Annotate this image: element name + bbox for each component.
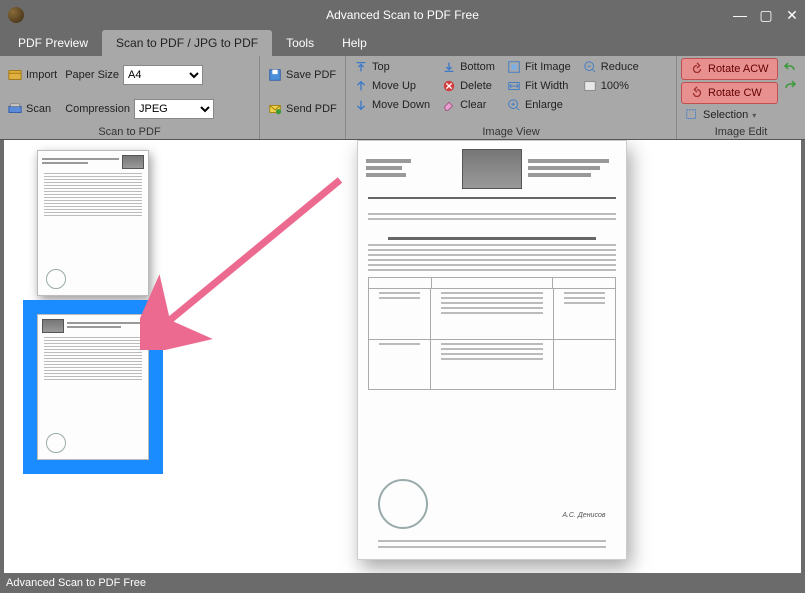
bottom-icon <box>442 60 456 74</box>
preview-panel[interactable]: А.С. Денисов <box>182 140 801 573</box>
status-text: Advanced Scan to PDF Free <box>6 577 146 589</box>
clear-button[interactable]: Clear <box>438 96 499 114</box>
redo-icon[interactable] <box>782 78 798 94</box>
fit-image-icon <box>507 60 521 74</box>
title-bar: Advanced Scan to PDF Free — ▢ ✕ <box>0 0 805 30</box>
paper-size-row: Paper Size A4 <box>65 65 214 85</box>
thumbnail-page-1[interactable] <box>37 150 149 296</box>
group-label-image-edit: Image Edit <box>681 126 801 139</box>
move-down-button[interactable]: Move Down <box>350 96 434 114</box>
compression-row: Compression JPEG <box>65 99 214 119</box>
thumbnail-page-2[interactable] <box>37 314 149 460</box>
close-button[interactable]: ✕ <box>779 5 805 25</box>
delete-button[interactable]: Delete <box>438 77 499 95</box>
workspace: А.С. Денисов <box>4 140 801 573</box>
rotate-cw-button[interactable]: Rotate CW <box>681 82 778 104</box>
tab-pdf-preview[interactable]: PDF Preview <box>4 30 102 56</box>
group-save-send: Save PDF Send PDF <box>260 56 346 139</box>
save-icon <box>268 68 282 82</box>
tab-tools[interactable]: Tools <box>272 30 328 56</box>
zoom-out-icon <box>583 60 597 74</box>
compression-select[interactable]: JPEG <box>134 99 214 119</box>
group-image-edit: Rotate ACW Rotate CW Selection ▾ Image E… <box>677 56 805 139</box>
chevron-down-icon: ▾ <box>752 111 756 120</box>
selection-icon <box>685 108 699 122</box>
up-icon <box>354 79 368 93</box>
selection-button[interactable]: Selection ▾ <box>681 106 778 124</box>
window-controls: — ▢ ✕ <box>727 5 805 25</box>
save-pdf-label: Save PDF <box>286 69 336 81</box>
reduce-button[interactable]: Reduce <box>579 58 643 76</box>
group-label-scan: Scan to PDF <box>4 126 255 139</box>
tab-help[interactable]: Help <box>328 30 381 56</box>
bottom-button[interactable]: Bottom <box>438 58 499 76</box>
fit-width-button[interactable]: Fit Width <box>503 77 575 95</box>
scanner-icon <box>8 102 22 116</box>
thumbnail-panel[interactable] <box>4 140 182 573</box>
down-icon <box>354 98 368 112</box>
app-icon <box>8 7 24 23</box>
rotate-acw-icon <box>690 62 704 76</box>
zoom-100-icon <box>583 79 597 93</box>
tab-scan-to-pdf[interactable]: Scan to PDF / JPG to PDF <box>102 30 272 56</box>
zoom-100-button[interactable]: 100% <box>579 77 643 95</box>
ribbon: Import Scan Paper Size A4 Compression JP… <box>0 56 805 140</box>
fit-image-button[interactable]: Fit Image <box>503 58 575 76</box>
ribbon-tabs: PDF Preview Scan to PDF / JPG to PDF Too… <box>0 30 805 56</box>
import-icon <box>8 68 22 82</box>
document-preview: А.С. Денисов <box>357 140 627 560</box>
delete-icon <box>442 79 456 93</box>
fit-width-icon <box>507 79 521 93</box>
group-image-view: Top Move Up Move Down Bottom Delete Clea… <box>346 56 677 139</box>
compression-label: Compression <box>65 103 130 115</box>
rotate-acw-button[interactable]: Rotate ACW <box>681 58 778 80</box>
move-up-button[interactable]: Move Up <box>350 77 434 95</box>
window-title: Advanced Scan to PDF Free <box>326 8 479 22</box>
status-bar: Advanced Scan to PDF Free <box>0 573 805 593</box>
clear-icon <box>442 98 456 112</box>
save-pdf-button[interactable]: Save PDF <box>264 66 341 84</box>
scan-button[interactable]: Scan <box>4 100 61 118</box>
top-button[interactable]: Top <box>350 58 434 76</box>
send-icon <box>268 102 282 116</box>
import-button[interactable]: Import <box>4 66 61 84</box>
send-pdf-button[interactable]: Send PDF <box>264 100 341 118</box>
zoom-in-icon <box>507 98 521 112</box>
send-pdf-label: Send PDF <box>286 103 337 115</box>
group-label-image-view: Image View <box>350 126 672 139</box>
enlarge-button[interactable]: Enlarge <box>503 96 575 114</box>
import-label: Import <box>26 69 57 81</box>
group-scan-to-pdf: Import Scan Paper Size A4 Compression JP… <box>0 56 260 139</box>
undo-icon[interactable] <box>782 60 798 76</box>
scan-label: Scan <box>26 103 51 115</box>
minimize-button[interactable]: — <box>727 5 753 25</box>
maximize-button[interactable]: ▢ <box>753 5 779 25</box>
rotate-cw-icon <box>690 86 704 100</box>
top-icon <box>354 60 368 74</box>
paper-size-label: Paper Size <box>65 69 119 81</box>
paper-size-select[interactable]: A4 <box>123 65 203 85</box>
